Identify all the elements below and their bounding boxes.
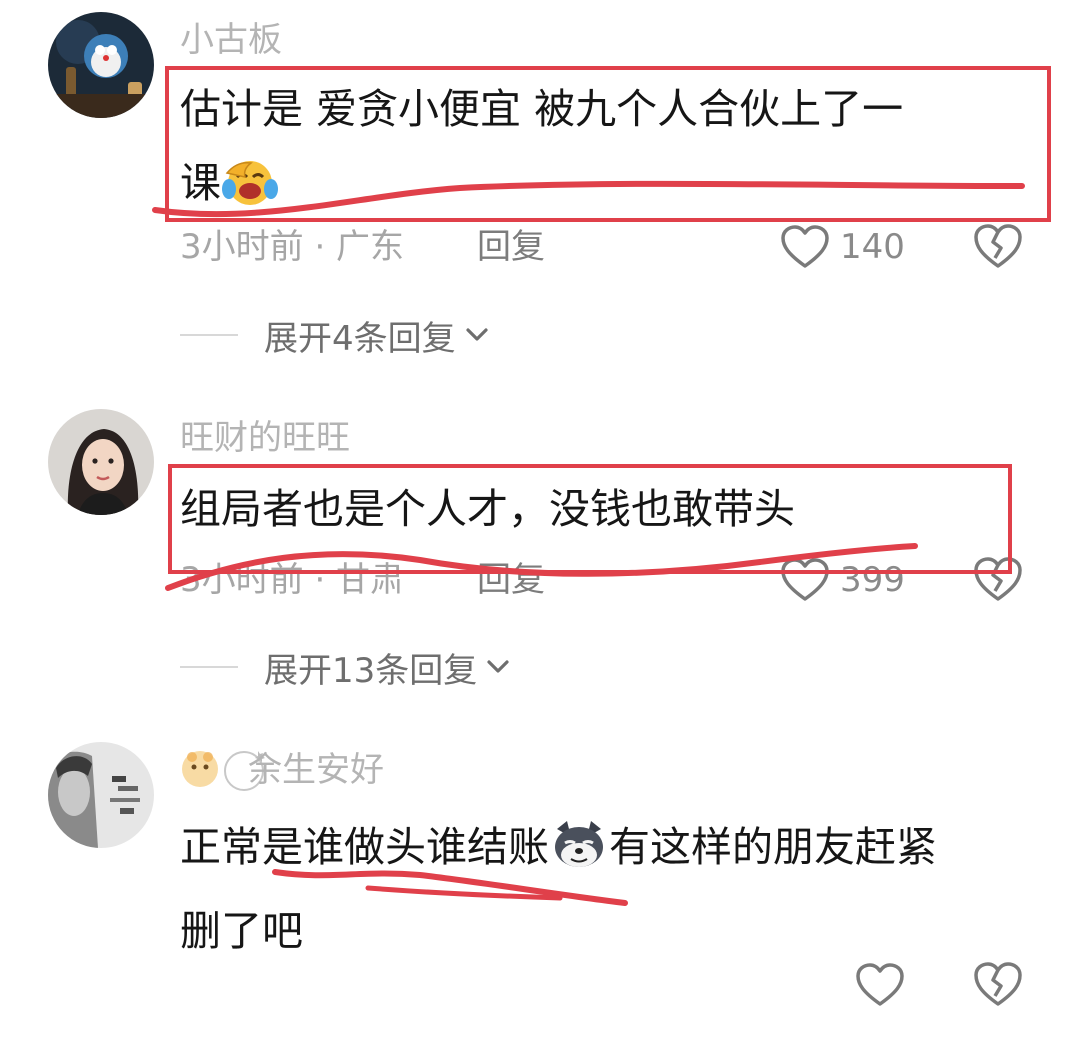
heart-outline-icon [856, 963, 904, 1006]
like-button[interactable]: 140 [780, 222, 905, 272]
comment-text: 正常是谁做头谁结账 有这样的朋友赶紧 删了吧 [180, 810, 937, 968]
comment-text-line: 删了吧 [180, 907, 303, 955]
dislike-button[interactable] [972, 222, 1024, 270]
broken-heart-icon [974, 962, 1022, 1006]
avatar-comment-1[interactable] [48, 12, 154, 118]
timestamp-location: 3小时前 · 广东 [180, 227, 405, 267]
like-count: 140 [840, 227, 905, 267]
avatar-comment-2[interactable] [48, 409, 154, 515]
expand-replies-label: 展开13条回复 [264, 650, 478, 691]
highlight-box-comment-2 [168, 464, 1012, 574]
reply-button[interactable]: 回复 [477, 227, 545, 267]
expand-replies-button[interactable]: 展开13条回复 [180, 647, 513, 691]
username[interactable]: 小古板 [180, 20, 282, 60]
highlight-box-comment-1 [165, 66, 1051, 222]
like-button[interactable] [855, 960, 905, 1010]
expand-replies-label: 展开4条回复 [264, 318, 456, 359]
avatar-comment-3[interactable] [48, 742, 154, 848]
broken-heart-icon [974, 224, 1022, 268]
husky-dog-emoji [549, 819, 609, 894]
comment-text-line: 正常是谁做头谁结账 有这样的朋友赶紧 [180, 810, 937, 894]
comment-text-segment: 有这样的朋友赶紧 [609, 823, 937, 871]
dislike-button[interactable] [972, 960, 1024, 1008]
comment-text-segment: 正常是谁做头谁结账 [180, 823, 549, 871]
username[interactable]: 旺财的旺旺 [180, 418, 350, 458]
divider-line [180, 334, 238, 336]
divider-line [180, 666, 238, 668]
chevron-down-icon [487, 660, 509, 673]
chevron-down-icon [466, 328, 488, 341]
username[interactable]: 余生安好 [248, 750, 384, 790]
expand-replies-button[interactable]: 展开4条回复 [180, 315, 492, 359]
heart-outline-icon [781, 225, 829, 268]
